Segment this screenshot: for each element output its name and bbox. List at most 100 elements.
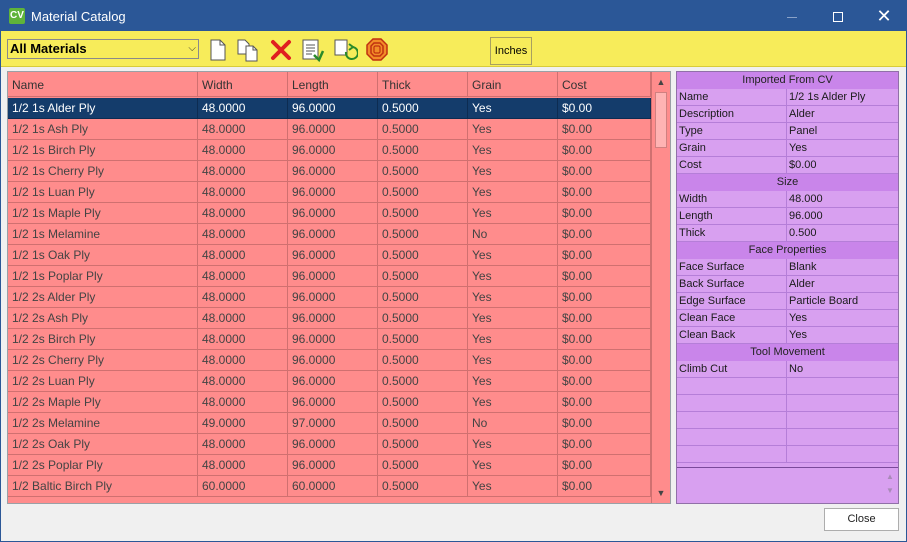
property-value[interactable]: 0.500 [787,225,898,241]
property-value[interactable]: Alder [787,106,898,122]
property-row[interactable]: Type Panel [677,123,898,140]
cell-cost: $0.00 [558,245,651,266]
cell-thick: 0.5000 [378,455,468,476]
maximize-button[interactable] [815,1,861,31]
property-value[interactable]: Particle Board [787,293,898,309]
column-header-cost[interactable]: Cost [558,72,651,97]
cell-length: 96.0000 [288,140,378,161]
property-row[interactable]: Cost $0.00 [677,157,898,174]
property-value[interactable]: 96.000 [787,208,898,224]
table-row[interactable]: 1/2 1s Maple Ply 48.0000 96.0000 0.5000 Yes $… [8,203,651,224]
property-value[interactable]: $0.00 [787,157,898,173]
close-window-button[interactable]: ✕ [861,1,907,31]
table-row[interactable]: 1/2 2s Luan Ply 48.0000 96.0000 0.5000 Yes $0… [8,371,651,392]
property-value[interactable]: Panel [787,123,898,139]
maximize-icon [833,12,843,23]
title-bar[interactable]: CV Material Catalog ✕ [1,1,906,31]
cell-length: 96.0000 [288,455,378,476]
property-row[interactable]: Thick 0.500 [677,225,898,242]
table-row[interactable]: 1/2 1s Alder Ply 48.0000 96.0000 0.5000 Yes $… [8,98,651,119]
cell-grain: Yes [468,350,558,371]
property-row[interactable]: Width 48.000 [677,191,898,208]
minimize-button[interactable] [769,1,815,31]
column-header-name[interactable]: Name [8,72,198,97]
scroll-up-icon[interactable]: ▲ [652,74,670,90]
property-row[interactable]: Edge Surface Particle Board [677,293,898,310]
cell-cost: $0.00 [558,140,651,161]
property-value[interactable]: Yes [787,310,898,326]
property-key: Description [677,106,787,122]
property-value[interactable]: 48.000 [787,191,898,207]
property-row[interactable]: Clean Face Yes [677,310,898,327]
cell-length: 96.0000 [288,350,378,371]
property-row[interactable]: Description Alder [677,106,898,123]
property-value[interactable]: No [787,361,898,377]
property-row[interactable]: Face Surface Blank [677,259,898,276]
scroll-down-icon[interactable]: ▼ [883,484,897,498]
property-value[interactable]: Alder [787,276,898,292]
property-value[interactable]: 1/2 1s Alder Ply [787,89,898,105]
table-row[interactable]: 1/2 1s Melamine 48.0000 96.0000 0.5000 No $0.… [8,224,651,245]
cell-name: 1/2 1s Poplar Ply [8,266,198,287]
property-row[interactable]: Back Surface Alder [677,276,898,293]
table-row[interactable]: 1/2 1s Oak Ply 48.0000 96.0000 0.5000 Yes $0.… [8,245,651,266]
cell-width: 48.0000 [198,203,288,224]
table-row[interactable]: 1/2 2s Oak Ply 48.0000 96.0000 0.5000 Yes $0.… [8,434,651,455]
cell-cost: $0.00 [558,371,651,392]
new-material-button[interactable] [205,37,231,63]
scroll-down-icon[interactable]: ▼ [652,485,670,501]
table-row[interactable]: 1/2 1s Poplar Ply 48.0000 96.0000 0.5000 Yes… [8,266,651,287]
property-key: Clean Back [677,327,787,343]
table-row[interactable]: 1/2 1s Ash Ply 48.0000 96.0000 0.5000 Yes $0.… [8,119,651,140]
property-value[interactable]: Yes [787,327,898,343]
property-row[interactable]: Clean Back Yes [677,327,898,344]
table-row[interactable]: 1/2 1s Birch Ply 48.0000 96.0000 0.5000 Yes $… [8,140,651,161]
copy-material-button[interactable] [235,37,261,63]
table-row[interactable]: 1/2 2s Alder Ply 48.0000 96.0000 0.5000 Yes $… [8,287,651,308]
table-row[interactable]: 1/2 1s Luan Ply 48.0000 96.0000 0.5000 Yes $0… [8,182,651,203]
scroll-thumb[interactable] [655,92,667,148]
property-row[interactable]: Name 1/2 1s Alder Ply [677,89,898,106]
cell-length: 96.0000 [288,392,378,413]
table-row[interactable]: 1/2 Baltic Birch Ply 60.0000 60.0000 0.5000… [8,476,651,497]
stop-button[interactable] [364,37,390,63]
property-row[interactable]: Climb Cut No [677,361,898,378]
cell-name: 1/2 2s Maple Ply [8,392,198,413]
table-row[interactable]: 1/2 2s Poplar Ply 48.0000 96.0000 0.5000 Yes… [8,455,651,476]
cell-thick: 0.5000 [378,392,468,413]
table-row[interactable]: 1/2 2s Maple Ply 48.0000 96.0000 0.5000 Yes $… [8,392,651,413]
grid-scrollbar[interactable]: ▲ ▼ [651,72,670,503]
column-header-length[interactable]: Length [288,72,378,97]
property-value[interactable]: Blank [787,259,898,275]
property-row[interactable]: Grain Yes [677,140,898,157]
property-row[interactable]: Length 96.000 [677,208,898,225]
cell-grain: No [468,224,558,245]
cell-name: 1/2 2s Cherry Ply [8,350,198,371]
column-header-thick[interactable]: Thick [378,72,468,97]
cell-cost: $0.00 [558,98,651,119]
properties-scrollbar[interactable]: ▲ ▼ [883,470,897,504]
table-row[interactable]: 1/2 2s Ash Ply 48.0000 96.0000 0.5000 Yes $0.… [8,308,651,329]
export-material-button[interactable] [299,37,325,63]
scroll-up-icon[interactable]: ▲ [883,470,897,484]
material-filter-select[interactable]: All Materials ⌵ [7,39,199,59]
table-row[interactable]: 1/2 2s Birch Ply 48.0000 96.0000 0.5000 Yes $… [8,329,651,350]
table-row[interactable]: 1/2 1s Cherry Ply 48.0000 96.0000 0.5000 Yes… [8,161,651,182]
cell-cost: $0.00 [558,119,651,140]
toolbar: All Materials ⌵ Inches [1,31,906,67]
refresh-material-button[interactable] [332,37,359,63]
cell-cost: $0.00 [558,434,651,455]
column-header-grain[interactable]: Grain [468,72,558,97]
cell-width: 49.0000 [198,413,288,434]
cell-length: 96.0000 [288,245,378,266]
stop-icon [366,38,388,61]
column-header-width[interactable]: Width [198,72,288,97]
property-value[interactable]: Yes [787,140,898,156]
units-button[interactable]: Inches [490,37,532,65]
delete-material-button[interactable] [268,37,294,63]
table-row[interactable]: 1/2 2s Cherry Ply 48.0000 96.0000 0.5000 Yes… [8,350,651,371]
cell-width: 48.0000 [198,371,288,392]
cell-length: 96.0000 [288,308,378,329]
table-row[interactable]: 1/2 2s Melamine 49.0000 97.0000 0.5000 No $0.… [8,413,651,434]
close-button[interactable]: Close [824,508,899,531]
